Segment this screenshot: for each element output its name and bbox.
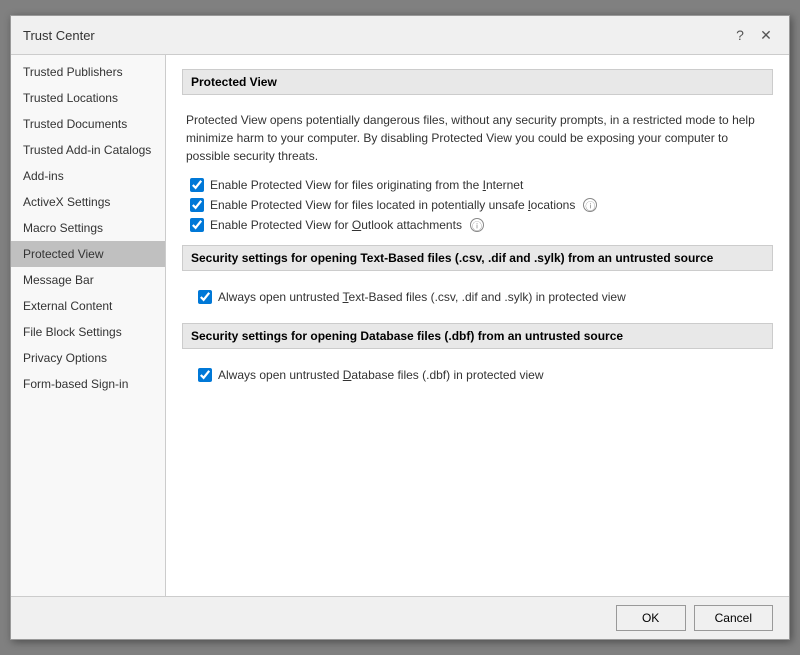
sidebar-item-external-content[interactable]: External Content [11,293,165,319]
checkbox-unsafe-locations-label: Enable Protected View for files located … [210,198,575,212]
checkbox-outlook-label: Enable Protected View for Outlook attach… [210,218,462,232]
checkbox-outlook[interactable] [190,218,204,232]
cancel-button[interactable]: Cancel [694,605,773,631]
sidebar-item-protected-view[interactable]: Protected View [11,241,165,267]
title-bar-controls: ? ✕ [729,24,777,46]
sidebar-item-file-block-settings[interactable]: File Block Settings [11,319,165,345]
sidebar-item-form-based-sign-in[interactable]: Form-based Sign-in [11,371,165,397]
sidebar-item-add-ins[interactable]: Add-ins [11,163,165,189]
sidebar-item-trusted-publishers[interactable]: Trusted Publishers [11,59,165,85]
text-section-header: Security settings for opening Text-Based… [182,245,773,271]
checkbox-unsafe-locations[interactable] [190,198,204,212]
checkbox-database[interactable] [198,368,212,382]
db-section-header: Security settings for opening Database f… [182,323,773,349]
checkbox-internet-label: Enable Protected View for files originat… [210,178,523,192]
checkbox-database-label: Always open untrusted Database files (.d… [218,368,544,382]
dialog-title: Trust Center [23,28,95,43]
checkbox-database-row: Always open untrusted Database files (.d… [190,365,765,385]
ok-button[interactable]: OK [616,605,686,631]
sidebar-item-trusted-documents[interactable]: Trusted Documents [11,111,165,137]
help-button[interactable]: ? [729,24,751,46]
sidebar-item-message-bar[interactable]: Message Bar [11,267,165,293]
protected-view-header: Protected View [182,69,773,95]
dialog-body: Trusted PublishersTrusted LocationsTrust… [11,55,789,596]
content-area: Protected View Protected View opens pote… [166,55,789,596]
sidebar-item-trusted-add-in-catalogs[interactable]: Trusted Add-in Catalogs [11,137,165,163]
checkbox-textbased-row: Always open untrusted Text-Based files (… [190,287,765,307]
sidebar-item-trusted-locations[interactable]: Trusted Locations [11,85,165,111]
dialog-footer: OK Cancel [11,596,789,639]
checkbox-internet[interactable] [190,178,204,192]
checkbox-outlook-row: Enable Protected View for Outlook attach… [182,215,773,235]
outlook-info-icon[interactable]: ⓘ [470,218,484,232]
text-checkbox-section: Always open untrusted Text-Based files (… [182,281,773,313]
db-checkbox-section: Always open untrusted Database files (.d… [182,359,773,391]
sidebar-item-macro-settings[interactable]: Macro Settings [11,215,165,241]
checkbox-textbased-label: Always open untrusted Text-Based files (… [218,290,626,304]
sidebar-item-activex-settings[interactable]: ActiveX Settings [11,189,165,215]
sidebar-item-privacy-options[interactable]: Privacy Options [11,345,165,371]
unsafe-locations-info-icon[interactable]: ⓘ [583,198,597,212]
protected-view-desc: Protected View opens potentially dangero… [182,105,773,175]
trust-center-dialog: Trust Center ? ✕ Trusted PublishersTrust… [10,15,790,640]
checkbox-unsafe-locations-row: Enable Protected View for files located … [182,195,773,215]
checkbox-internet-row: Enable Protected View for files originat… [182,175,773,195]
sidebar: Trusted PublishersTrusted LocationsTrust… [11,55,166,596]
checkbox-textbased[interactable] [198,290,212,304]
close-button[interactable]: ✕ [755,24,777,46]
title-bar: Trust Center ? ✕ [11,16,789,55]
